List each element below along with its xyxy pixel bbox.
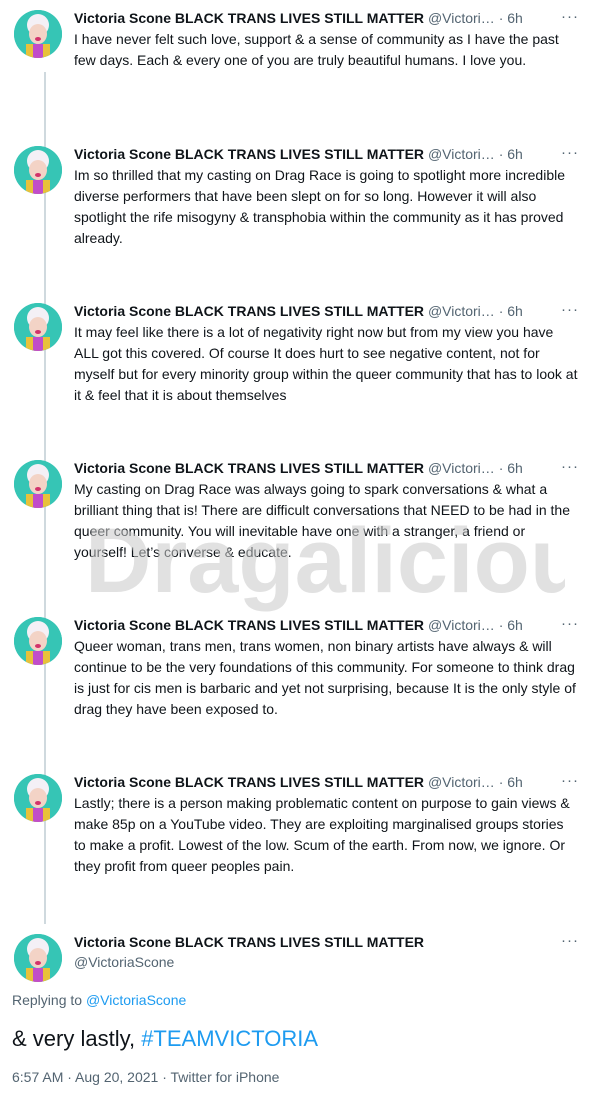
tweet-text: I have never felt such love, support & a… bbox=[74, 31, 559, 68]
more-options-icon[interactable]: ··· bbox=[556, 4, 584, 32]
author-name[interactable]: Victoria Scone BLACK TRANS LIVES STILL M… bbox=[74, 303, 424, 319]
tweet-header: Victoria Scone BLACK TRANS LIVES STILL M… bbox=[74, 458, 544, 478]
tweet-header: Victoria Scone BLACK TRANS LIVES STILL M… bbox=[74, 301, 544, 321]
more-options-icon[interactable]: ··· bbox=[556, 297, 584, 325]
avatar[interactable] bbox=[14, 774, 62, 822]
main-tweet-body: & very lastly, bbox=[12, 1026, 136, 1051]
avatar[interactable] bbox=[14, 10, 62, 58]
separator: · bbox=[498, 617, 504, 633]
tweet-header: Victoria Scone BLACK TRANS LIVES STILL M… bbox=[74, 932, 544, 952]
tweet-time[interactable]: 6h bbox=[507, 460, 523, 476]
more-options-icon[interactable]: ··· bbox=[556, 611, 584, 639]
author-handle[interactable]: @Victori… bbox=[428, 617, 495, 633]
author-name[interactable]: Victoria Scone BLACK TRANS LIVES STILL M… bbox=[74, 460, 424, 476]
author-handle[interactable]: @Victori… bbox=[428, 460, 495, 476]
author-name[interactable]: Victoria Scone BLACK TRANS LIVES STILL M… bbox=[74, 10, 424, 26]
replying-to: Replying to @VictoriaScone bbox=[12, 992, 186, 1008]
avatar[interactable] bbox=[14, 617, 62, 665]
tweet-time[interactable]: 6h bbox=[507, 303, 523, 319]
author-name[interactable]: Victoria Scone BLACK TRANS LIVES STILL M… bbox=[74, 774, 424, 790]
separator: · bbox=[498, 303, 504, 319]
tweet-text: Lastly; there is a person making problem… bbox=[74, 795, 570, 874]
more-options-icon[interactable]: ··· bbox=[556, 768, 584, 796]
author-handle[interactable]: @Victori… bbox=[428, 774, 495, 790]
avatar[interactable] bbox=[14, 146, 62, 194]
tweet-header: Victoria Scone BLACK TRANS LIVES STILL M… bbox=[74, 772, 544, 792]
avatar[interactable] bbox=[14, 934, 62, 982]
avatar[interactable] bbox=[14, 460, 62, 508]
more-options-icon[interactable]: ··· bbox=[556, 928, 584, 956]
tweet-header: Victoria Scone BLACK TRANS LIVES STILL M… bbox=[74, 8, 544, 28]
author-name[interactable]: Victoria Scone BLACK TRANS LIVES STILL M… bbox=[74, 934, 424, 950]
tweet-text: It may feel like there is a lot of negat… bbox=[74, 324, 578, 403]
tweet-header: Victoria Scone BLACK TRANS LIVES STILL M… bbox=[74, 144, 544, 164]
author-handle[interactable]: @Victori… bbox=[428, 303, 495, 319]
main-tweet-text: & very lastly, #TEAMVICTORIA bbox=[12, 1024, 318, 1054]
tweet-time[interactable]: 6h bbox=[507, 774, 523, 790]
replying-to-label: Replying to bbox=[12, 992, 83, 1008]
author-handle[interactable]: @VictoriaScone bbox=[74, 954, 174, 970]
tweet-text: Im so thrilled that my casting on Drag R… bbox=[74, 167, 566, 246]
avatar[interactable] bbox=[14, 303, 62, 351]
author-name[interactable]: Victoria Scone BLACK TRANS LIVES STILL M… bbox=[74, 146, 424, 162]
tweet-time[interactable]: 6h bbox=[507, 10, 523, 26]
tweet-text: My casting on Drag Race was always going… bbox=[74, 481, 570, 560]
replying-to-handle-link[interactable]: @VictoriaScone bbox=[86, 992, 186, 1008]
tweet-text: Queer woman, trans men, trans women, non… bbox=[74, 638, 576, 717]
tweet-time[interactable]: 6h bbox=[507, 617, 523, 633]
more-options-icon[interactable]: ··· bbox=[556, 454, 584, 482]
more-options-icon[interactable]: ··· bbox=[556, 140, 584, 168]
hashtag-link[interactable]: #TEAMVICTORIA bbox=[141, 1026, 318, 1051]
tweet-timestamp[interactable]: 6:57 AM · Aug 20, 2021 · Twitter for iPh… bbox=[12, 1069, 279, 1085]
separator: · bbox=[498, 774, 504, 790]
tweet-time[interactable]: 6h bbox=[507, 146, 523, 162]
author-name[interactable]: Victoria Scone BLACK TRANS LIVES STILL M… bbox=[74, 617, 424, 633]
separator: · bbox=[498, 460, 504, 476]
separator: · bbox=[498, 146, 504, 162]
author-handle[interactable]: @Victori… bbox=[428, 146, 495, 162]
author-handle[interactable]: @Victori… bbox=[428, 10, 495, 26]
tweet-header: Victoria Scone BLACK TRANS LIVES STILL M… bbox=[74, 615, 544, 635]
separator: · bbox=[498, 10, 504, 26]
